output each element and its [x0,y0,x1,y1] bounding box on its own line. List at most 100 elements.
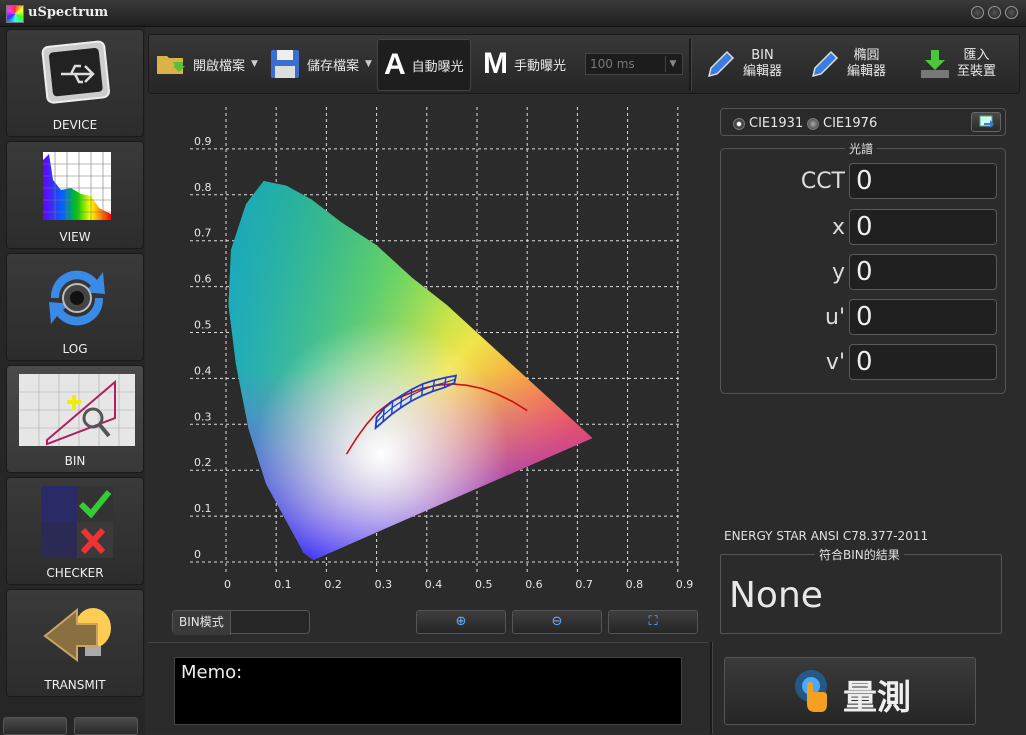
cie1931-radio[interactable]: CIE1931 [733,116,803,131]
bin-result-group: 符合BIN的結果 None [720,546,1002,634]
import-label-line1: 匯入 [963,48,990,63]
sidebar-item-view[interactable]: VIEW [6,141,144,249]
bin-mode-toggle[interactable]: BIN模式 [172,610,310,635]
memo-field[interactable]: Memo: [174,657,682,725]
cie1931-label: CIE1931 [749,116,804,131]
chevron-down-icon: ▼ [251,59,258,69]
y-tick-label: 0.1 [194,502,212,515]
toolbar-divider [689,39,692,91]
zoom-in-button[interactable]: ⊕ [416,610,506,634]
ellipse-editor-button[interactable]: 橢圓 編輯器 [809,41,886,87]
close-button[interactable] [1005,6,1018,19]
auto-exposure-a-icon: A [384,48,406,81]
usb-icon [41,40,110,104]
memo-area: Memo: [148,642,708,733]
sidebar-item-label: TRANSMIT [44,678,106,692]
manual-exposure-button[interactable]: M 手動曝光 [483,41,566,87]
sidebar-item-bin[interactable]: BIN [6,365,144,473]
u-prime-label: u' [825,305,845,330]
x-tick-label: 0.3 [375,578,393,591]
open-file-button[interactable]: 開啟檔案 ▼ [155,41,258,87]
sidebar-item-label: CHECKER [46,566,104,580]
y-tick-label: 0.4 [194,364,212,377]
cct-value-field: 0 [849,163,997,199]
y-tick-label: 0.3 [194,410,212,423]
import-to-device-button[interactable]: 匯入 至裝置 [919,41,996,87]
sidebar-item-label: LOG [62,342,88,356]
maximize-button[interactable] [988,6,1001,19]
measure-button[interactable]: 量測 [724,657,976,725]
y-tick-label: 0.2 [194,456,212,469]
x-tick-label: 0.6 [525,578,543,591]
touch-hand-icon [795,670,827,712]
x-tick-label: 0.7 [575,578,593,591]
x-row: x 0 [721,209,1007,245]
spectrum-graph-icon [43,152,111,220]
sidebar-item-label: VIEW [59,230,91,244]
download-arrow-icon [921,50,949,78]
minimize-button[interactable] [971,6,984,19]
x-tick-label: 0 [224,578,231,591]
u-prime-row: u' 0 [721,299,1007,335]
sidebar-item-device[interactable]: DEVICE [6,29,144,137]
fit-view-button[interactable]: ⛶ [608,610,698,634]
window-controls [971,6,1018,19]
cct-label: CCT [800,169,845,194]
auto-exposure-button[interactable]: A 自動曝光 [377,39,471,91]
pen-edit-icon [811,50,839,78]
ellipse-editor-label-line2: 編輯器 [847,64,887,79]
cie1976-radio[interactable]: CIE1976 [807,116,877,131]
sidebar-item-transmit[interactable]: TRANSMIT [6,589,144,697]
bin-editor-button[interactable]: BIN 編輯器 [705,41,782,87]
cie-chart-panel: 0 0.1 0.2 0.3 0.4 0.5 0.6 0.7 0.8 0.9 0 0.1 0.2 0.3 0.… [148,100,708,640]
x-value-field: 0 [849,209,997,245]
memo-label: Memo: [181,662,243,683]
y-tick-label: 0.5 [194,319,212,332]
radio-indicator [807,117,819,130]
bin-chart-zoom-icon [19,374,135,446]
v-prime-value-field: 0 [849,344,997,380]
energy-star-standard: ENERGY STAR ANSI C78.377-2011 [724,529,929,543]
radio-indicator [733,117,745,130]
save-file-button[interactable]: 儲存檔案 ▼ [269,41,372,87]
open-file-label: 開啟檔案 [193,58,246,74]
pen-edit-icon [707,50,735,78]
folder-open-icon [157,56,185,74]
bottom-divider [710,642,713,734]
cct-row: CCT 0 [721,163,1007,199]
refresh-camera-icon [49,270,105,326]
y-tick-label: 0.7 [194,227,212,240]
scroll-up-button[interactable] [3,717,67,735]
cie1976-label: CIE1976 [823,116,878,131]
bin-editor-label-line1: BIN [751,48,774,63]
zoom-out-button[interactable]: ⊖ [512,610,602,634]
sidebar-item-log[interactable]: LOG [6,253,144,361]
spectrum-values-group: 光譜 CCT 0 x 0 y 0 u' 0 v' 0 [720,140,1007,394]
y-tick-label: 0 [194,548,201,561]
x-tick-label: 0.9 [676,578,694,591]
cie-mode-selector: CIE1931 CIE1976 [720,108,1006,136]
sidebar: DEVICE VIEW LOG BIN CHECKER TRANSMIT [0,27,145,735]
check-cross-icon [41,486,113,558]
transmit-bulb-icon [43,607,111,662]
y-tick-label: 0.6 [194,273,212,286]
ellipse-editor-label-line1: 橢圓 [853,48,880,63]
sidebar-item-checker[interactable]: CHECKER [6,477,144,585]
export-icon [979,115,994,128]
x-tick-label: 0.4 [425,578,443,591]
export-chart-button[interactable] [971,112,1001,132]
exposure-time-select[interactable]: 100 ms ▼ [585,53,683,75]
y-label: y [831,260,845,285]
floppy-disk-icon [271,50,299,78]
cie-chromaticity-chart[interactable]: 0 0.1 0.2 0.3 0.4 0.5 0.6 0.7 0.8 0.9 0 0.1 0.2 0.3 0.… [148,100,708,605]
x-tick-label: 0.8 [626,578,644,591]
chevron-down-icon: ▼ [365,59,372,69]
window-title: uSpectrum [28,5,109,20]
sidebar-item-label: DEVICE [52,118,98,132]
zoom-in-icon: ⊕ [455,614,467,629]
locus-white-point-glow [228,181,593,560]
manual-exposure-label: 手動曝光 [514,58,567,74]
y-value-field: 0 [849,254,997,290]
sidebar-item-label: BIN [64,454,86,468]
scroll-down-button[interactable] [74,717,138,735]
